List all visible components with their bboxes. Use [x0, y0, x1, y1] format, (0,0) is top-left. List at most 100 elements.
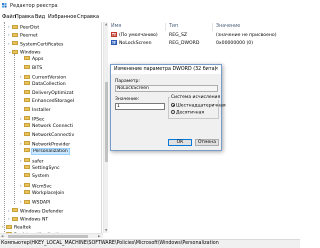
tree-item[interactable]: Installer [20, 106, 51, 115]
tree-item[interactable]: › WSDAPI [20, 198, 50, 206]
menu-view[interactable]: Вид [35, 14, 45, 20]
parameter-label: Параметр: [115, 79, 140, 84]
column-header-value[interactable]: Значение [216, 24, 240, 29]
number-base-groupbox: Система исчисления Шестнадцатеричная Дес… [168, 95, 226, 119]
tree-horizontal-scrollbar[interactable]: ◀ ▶ [0, 233, 103, 238]
value-name: (По умолчанию) [119, 33, 158, 38]
tree-item[interactable]: EnhancedStorageI [20, 98, 74, 106]
value-data: (значение не присвоено) [216, 33, 277, 38]
tree-item[interactable]: › Windows Defender [8, 207, 63, 215]
radio-unselected-icon[interactable] [171, 109, 175, 114]
tree-item-label: Realtek [14, 225, 32, 231]
scroll-up-icon[interactable]: ▲ [105, 22, 107, 26]
tree-horizontal-scroll-thumb[interactable] [8, 235, 88, 238]
tree-item[interactable]: Personalization [20, 148, 70, 156]
tree-item-label: IPSec [32, 117, 45, 123]
menu-file[interactable]: Файл [2, 14, 16, 20]
cancel-button[interactable]: Отмена [195, 139, 219, 146]
radio-decimal-label: Десятичная [176, 110, 205, 116]
tree-item-label: SettingSync [32, 165, 60, 171]
edit-dword-dialog: Изменение параметра DWORD (32 бита) ✕ Па… [110, 64, 226, 151]
ok-button[interactable]: ОК [168, 139, 192, 146]
tree-item[interactable]: NetworkConnectiv [20, 131, 75, 140]
folder-icon [24, 123, 30, 128]
column-separator[interactable] [212, 23, 213, 31]
tree-item[interactable]: › safer [20, 157, 44, 165]
tree-item-label: BITS [32, 65, 43, 71]
folder-icon [24, 131, 30, 136]
tree-item[interactable]: › CurrentVersion [20, 73, 66, 81]
folder-icon [12, 208, 18, 213]
column-header-type[interactable]: Тип [169, 24, 178, 29]
tree-item[interactable]: › Realtek [2, 223, 31, 231]
list-row[interactable]: 01 NoLockScreen REG_DWORD 0x00000000 (0) [111, 39, 296, 48]
folder-icon [12, 216, 18, 221]
column-header-name[interactable]: Имя [111, 24, 121, 29]
tree-item[interactable]: Apps [20, 56, 43, 64]
tree-item[interactable]: Network Connecti [20, 123, 73, 131]
tree-item-label: Windows Defender [20, 209, 64, 215]
registry-app-icon [2, 3, 7, 8]
tree-item[interactable]: › NetworkProvider [20, 140, 70, 148]
parameter-name-field[interactable]: NoLockScreen [115, 85, 218, 92]
list-row[interactable]: ab (По умолчанию) REG_SZ (значение не при… [111, 31, 296, 40]
dialog-title-bar[interactable]: Изменение параметра DWORD (32 бита) ✕ [111, 65, 221, 74]
scroll-down-icon[interactable]: ▼ [105, 228, 107, 232]
tree-item-label: NetworkProvider [32, 142, 71, 148]
folder-icon [24, 64, 30, 69]
menu-help[interactable]: Справка [77, 14, 99, 20]
tree-item[interactable]: › Windows NT [8, 215, 48, 223]
folder-icon [12, 32, 18, 37]
scroll-left-icon[interactable]: ◀ [1, 234, 3, 238]
tree-item[interactable]: › WcmSvc [20, 182, 52, 190]
tree-guide-line [14, 54, 15, 204]
radio-hexadecimal-label: Шестнадцатеричная [176, 103, 226, 109]
radio-selected-icon[interactable] [171, 102, 175, 107]
tree-item-label: Peernet [20, 33, 38, 39]
folder-icon [24, 106, 30, 111]
tree-item[interactable]: DataCollection [20, 81, 66, 89]
column-separator[interactable] [165, 23, 166, 31]
folder-icon [24, 173, 30, 178]
title-bar: Редактор реестра [0, 0, 300, 11]
registry-tree[interactable]: › PeerDist › Peernet › SystemCertificates ⌄ Win… [0, 22, 102, 238]
tree-item[interactable]: BITS [20, 64, 43, 73]
radio-hexadecimal[interactable]: Шестнадцатеричная [171, 102, 226, 109]
folder-icon [12, 49, 18, 54]
close-icon[interactable]: ✕ [213, 66, 220, 73]
tree-item[interactable]: DeliveryOptimizat [20, 89, 73, 98]
folder-icon [24, 148, 30, 153]
tree-item[interactable]: › SystemCertificates [8, 40, 63, 48]
tree-item-label: System [32, 174, 50, 180]
tree-item-label: safer [32, 159, 44, 165]
menu-favorites[interactable]: Избранное [48, 14, 76, 20]
tree-vertical-scroll-thumb[interactable] [105, 82, 108, 162]
tree-item[interactable]: SettingSync [20, 164, 60, 173]
folder-icon [24, 98, 30, 103]
tree-item-label: PeerDist [20, 25, 40, 31]
tree-item[interactable]: WorkplaceJoin [20, 190, 64, 198]
folder-icon [24, 116, 30, 121]
tree-item-label: WorkplaceJoin [32, 191, 65, 196]
tree-item-label: NetworkConnectiv [32, 132, 75, 138]
value-name: NoLockScreen [119, 41, 152, 46]
tree-item[interactable]: › Peernet [8, 31, 38, 39]
status-bar-path: Компьютер\HKEY_LOCAL_MACHINE\SOFTWARE\Po… [0, 239, 300, 248]
tree-item-label: Personalization [31, 148, 70, 156]
folder-icon [24, 164, 30, 169]
tree-item-label: Windows [20, 50, 41, 56]
tree-item[interactable]: › IPSec [20, 115, 44, 123]
folder-icon [24, 141, 30, 146]
tree-item[interactable]: System [20, 173, 49, 181]
tree-item[interactable]: ⌄ Windows [8, 48, 41, 56]
tree-vertical-scrollbar[interactable]: ▲ ▼ [103, 22, 108, 233]
radio-decimal[interactable]: Десятичная [171, 109, 205, 116]
scroll-right-icon[interactable]: ▶ [98, 234, 100, 238]
value-input[interactable]: 1 [115, 103, 165, 110]
folder-icon [24, 199, 30, 204]
menu-edit[interactable]: Правка [15, 14, 34, 20]
tree-item[interactable]: › PeerDist [8, 23, 39, 31]
dword-value-icon: 01 [111, 39, 117, 45]
number-base-label: Система исчисления [170, 95, 222, 100]
folder-icon [24, 158, 30, 163]
